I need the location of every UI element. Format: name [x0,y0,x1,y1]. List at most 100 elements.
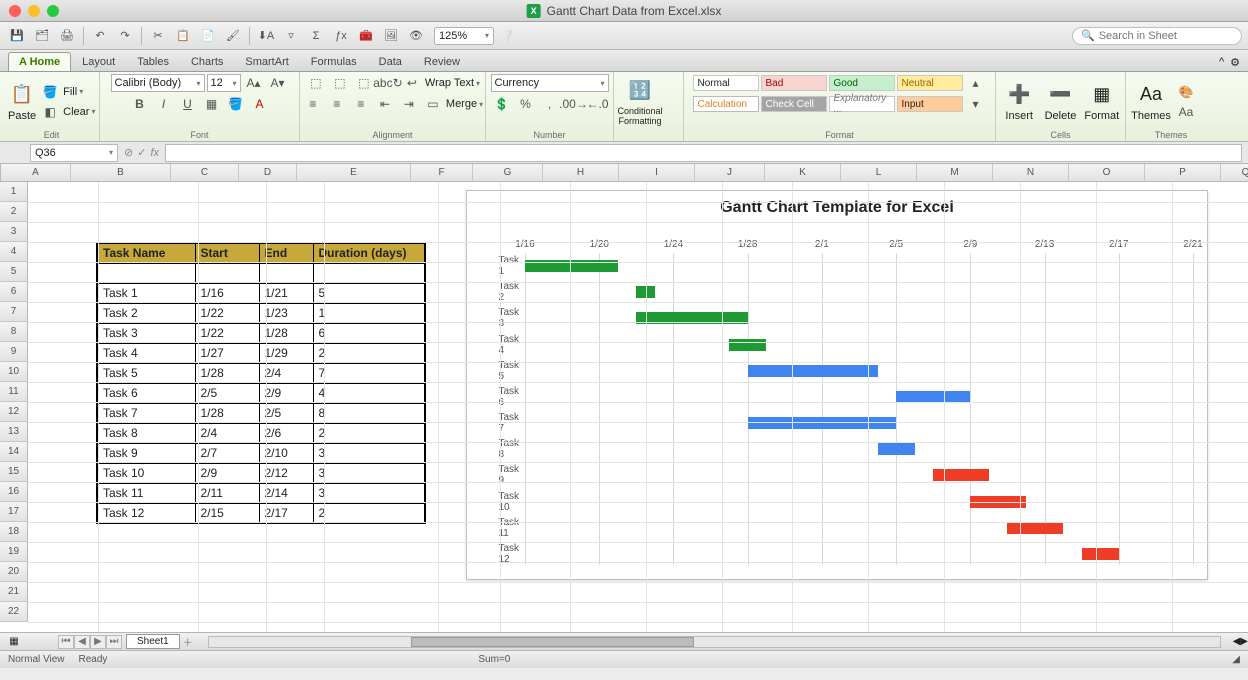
align-middle-icon[interactable]: ⬚ [329,74,351,92]
view-buttons-icon[interactable]: ▦ [0,636,28,647]
ribbon-tab-data[interactable]: Data [368,52,413,71]
row-header-8[interactable]: 8 [0,322,28,342]
gantt-bar[interactable] [878,443,915,455]
save-icon[interactable]: 💾 [6,26,28,46]
row-header-18[interactable]: 18 [0,522,28,542]
row-header-21[interactable]: 21 [0,582,28,602]
ribbon-tab-charts[interactable]: Charts [180,52,234,71]
row-header-1[interactable]: 1 [0,182,28,202]
wrap-text-icon[interactable]: ↩ [401,74,423,92]
table-header[interactable]: End [259,243,313,263]
cut-icon[interactable]: ✂ [147,26,169,46]
italic-icon[interactable]: I [153,95,175,113]
style-neutral[interactable]: Neutral [897,75,963,91]
style-calculation[interactable]: Calculation [693,96,759,112]
number-format-select[interactable]: Currency▾ [491,74,609,92]
row-header-20[interactable]: 20 [0,562,28,582]
row-header-19[interactable]: 19 [0,542,28,562]
scroll-right-icon[interactable]: ▶ [1240,636,1248,647]
gantt-bar[interactable] [748,365,878,377]
themes-button[interactable]: AaThemes [1130,76,1172,128]
row-header-3[interactable]: 3 [0,222,28,242]
merge-icon[interactable]: ▭ [422,95,444,113]
clear-icon[interactable]: ◧ [39,103,61,121]
help-icon[interactable]: ❔ [497,26,519,46]
shrink-font-icon[interactable]: A▾ [267,74,289,92]
add-sheet-icon[interactable]: ＋ [180,634,196,649]
accept-formula-icon[interactable]: ✓ [137,146,146,159]
table-header[interactable]: Task Name [97,243,195,263]
style-scroll-down-icon[interactable]: ▾ [965,95,987,113]
font-name-select[interactable]: Calibri (Body)▾ [111,74,205,92]
orientation-icon[interactable]: abc↻ [377,74,399,92]
paste-icon[interactable]: 📄 [197,26,219,46]
row-header-11[interactable]: 11 [0,382,28,402]
save-as-icon[interactable]: 🗂 [31,26,53,46]
ribbon-tab-ahome[interactable]: A Home [8,52,71,71]
column-header-E[interactable]: E [297,164,411,182]
row-header-14[interactable]: 14 [0,442,28,462]
table-row[interactable]: Task 92/72/103 [97,443,425,463]
delete-cells-button[interactable]: ➖Delete [1041,76,1079,128]
column-header-G[interactable]: G [473,164,543,182]
sheet-tab-sheet1[interactable]: Sheet1 [126,634,180,649]
column-header-N[interactable]: N [993,164,1069,182]
column-header-A[interactable]: A [1,164,71,182]
sheet-nav-next-icon[interactable]: ▶ [90,635,106,649]
row-header-12[interactable]: 12 [0,402,28,422]
row-header-15[interactable]: 15 [0,462,28,482]
table-row[interactable]: Task 82/42/62 [97,423,425,443]
table-row[interactable]: Task 21/221/231 [97,303,425,323]
percent-icon[interactable]: % [515,95,537,113]
column-header-C[interactable]: C [171,164,239,182]
insert-cells-button[interactable]: ➕Insert [1000,76,1038,128]
format-cells-button[interactable]: ▦Format [1083,76,1121,128]
gantt-bar[interactable] [1082,548,1119,560]
gantt-bar[interactable] [933,469,989,481]
window-close-button[interactable] [9,5,21,17]
bold-icon[interactable]: B [129,95,151,113]
font-color-icon[interactable]: A [249,95,271,113]
conditional-formatting-button[interactable]: 🔢Conditional Formatting [618,76,662,128]
grow-font-icon[interactable]: A▴ [243,74,265,92]
style-good[interactable]: Good [829,75,895,91]
column-header-K[interactable]: K [765,164,841,182]
theme-colors-icon[interactable]: 🎨 [1175,83,1197,101]
align-center-icon[interactable]: ≡ [326,95,348,113]
table-row[interactable]: Task 51/282/47 [97,363,425,383]
autosum-icon[interactable]: Σ [305,26,327,46]
row-header-4[interactable]: 4 [0,242,28,262]
row-header-22[interactable]: 22 [0,602,28,622]
fx-function-icon[interactable]: fx [150,147,159,159]
column-header-H[interactable]: H [543,164,619,182]
sheet-nav-prev-icon[interactable]: ◀ [74,635,90,649]
sheet-nav-first-icon[interactable]: ⏮ [58,635,74,649]
sort-icon[interactable]: ⬇A [255,26,277,46]
table-header[interactable]: Duration (days) [313,243,425,263]
increase-decimal-icon[interactable]: .00→ [563,95,585,113]
table-row[interactable]: Task 122/152/172 [97,503,425,523]
name-box[interactable]: Q36▾ [30,144,118,162]
worksheet-grid[interactable]: ABCDEFGHIJKLMNOPQR 123456789101112131415… [0,164,1248,632]
row-header-7[interactable]: 7 [0,302,28,322]
table-row[interactable]: Task 71/282/58 [97,403,425,423]
align-top-icon[interactable]: ⬚ [305,74,327,92]
fill-icon[interactable]: 🪣 [39,83,61,101]
column-header-I[interactable]: I [619,164,695,182]
column-header-P[interactable]: P [1145,164,1221,182]
currency-icon[interactable]: 💲 [491,95,513,113]
gantt-bar[interactable] [1007,522,1063,534]
copy-icon[interactable]: 📋 [172,26,194,46]
paste-button[interactable]: 📋Paste [8,76,36,128]
fx-icon[interactable]: ƒx [330,26,352,46]
row-header-2[interactable]: 2 [0,202,28,222]
window-zoom-button[interactable] [47,5,59,17]
gear-icon[interactable]: ⚙ [1230,56,1240,69]
align-left-icon[interactable]: ≡ [302,95,324,113]
formula-input[interactable] [165,144,1242,162]
ribbon-tab-smartart[interactable]: SmartArt [234,52,299,71]
ribbon-tab-tables[interactable]: Tables [126,52,180,71]
filter-icon[interactable]: ▿ [280,26,302,46]
sheet-nav-last-icon[interactable]: ⏭ [106,635,122,649]
scroll-left-icon[interactable]: ◀ [1233,636,1241,647]
